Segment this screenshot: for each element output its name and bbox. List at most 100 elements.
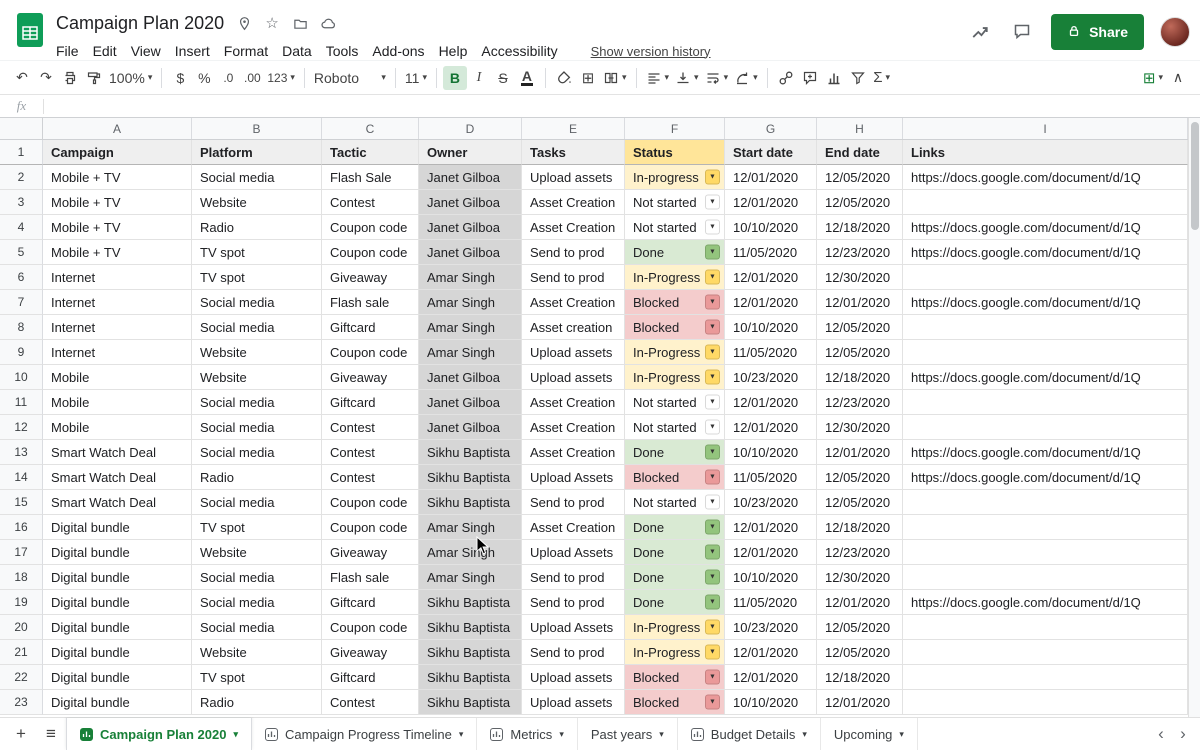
cell-D11[interactable]: Janet Gilboa xyxy=(419,390,522,415)
cell-G17[interactable]: 12/01/2020 xyxy=(725,540,817,565)
cell-A9[interactable]: Internet xyxy=(43,340,192,365)
cell-G8[interactable]: 10/10/2020 xyxy=(725,315,817,340)
add-sheet-button[interactable]: + xyxy=(6,718,36,750)
cell-B8[interactable]: Social media xyxy=(192,315,322,340)
cell-H20[interactable]: 12/05/2020 xyxy=(817,615,903,640)
cell-D19[interactable]: Sikhu Baptista xyxy=(419,590,522,615)
cell-B10[interactable]: Website xyxy=(192,365,322,390)
cell-I3[interactable] xyxy=(903,190,1188,215)
share-button[interactable]: Share xyxy=(1051,14,1144,50)
cell-F16[interactable]: Done▼ xyxy=(625,515,725,540)
cell-C23[interactable]: Contest xyxy=(322,690,419,715)
cloud-status-icon[interactable] xyxy=(320,15,336,31)
cell-H16[interactable]: 12/18/2020 xyxy=(817,515,903,540)
pin-icon[interactable] xyxy=(236,15,252,31)
cell-E14[interactable]: Upload Assets xyxy=(522,465,625,490)
cell-E16[interactable]: Asset Creation xyxy=(522,515,625,540)
cell-G18[interactable]: 10/10/2020 xyxy=(725,565,817,590)
cell-F5[interactable]: Done▼ xyxy=(625,240,725,265)
cell-A8[interactable]: Internet xyxy=(43,315,192,340)
cell-B5[interactable]: TV spot xyxy=(192,240,322,265)
cell-A3[interactable]: Mobile + TV xyxy=(43,190,192,215)
cell-G13[interactable]: 10/10/2020 xyxy=(725,440,817,465)
text-rotation-button[interactable]: ▾ xyxy=(731,66,761,90)
print-button[interactable] xyxy=(58,66,82,90)
cell-I13[interactable]: https://docs.google.com/document/d/1Q xyxy=(903,440,1188,465)
status-dropdown-button[interactable]: ▼ xyxy=(705,445,720,460)
status-dropdown-button[interactable]: ▼ xyxy=(705,420,720,435)
cell-F17[interactable]: Done▼ xyxy=(625,540,725,565)
cell-H5[interactable]: 12/23/2020 xyxy=(817,240,903,265)
cell-G22[interactable]: 12/01/2020 xyxy=(725,665,817,690)
cell-I5[interactable]: https://docs.google.com/document/d/1Q xyxy=(903,240,1188,265)
cell-B18[interactable]: Social media xyxy=(192,565,322,590)
status-dropdown-button[interactable]: ▼ xyxy=(705,170,720,185)
cell-C11[interactable]: Giftcard xyxy=(322,390,419,415)
cell-G16[interactable]: 12/01/2020 xyxy=(725,515,817,540)
cell-G9[interactable]: 11/05/2020 xyxy=(725,340,817,365)
scrollbar-thumb[interactable] xyxy=(1191,122,1199,230)
cell-H17[interactable]: 12/23/2020 xyxy=(817,540,903,565)
status-dropdown-button[interactable]: ▼ xyxy=(705,195,720,210)
cell-E22[interactable]: Upload assets xyxy=(522,665,625,690)
status-dropdown-button[interactable]: ▼ xyxy=(705,270,720,285)
cell-B1[interactable]: Platform xyxy=(192,140,322,165)
cell-I9[interactable] xyxy=(903,340,1188,365)
row-number-18[interactable]: 18 xyxy=(0,565,43,590)
cell-D6[interactable]: Amar Singh xyxy=(419,265,522,290)
cell-C16[interactable]: Coupon code xyxy=(322,515,419,540)
cell-B17[interactable]: Website xyxy=(192,540,322,565)
cell-G3[interactable]: 12/01/2020 xyxy=(725,190,817,215)
cell-A7[interactable]: Internet xyxy=(43,290,192,315)
cell-B22[interactable]: TV spot xyxy=(192,665,322,690)
decrease-decimals-button[interactable]: .0 xyxy=(216,66,240,90)
column-header-D[interactable]: D xyxy=(419,118,522,139)
cell-C7[interactable]: Flash sale xyxy=(322,290,419,315)
cell-B9[interactable]: Website xyxy=(192,340,322,365)
row-number-23[interactable]: 23 xyxy=(0,690,43,715)
format-currency-button[interactable]: $ xyxy=(168,66,192,90)
cell-C13[interactable]: Contest xyxy=(322,440,419,465)
cell-H12[interactable]: 12/30/2020 xyxy=(817,415,903,440)
cell-I6[interactable] xyxy=(903,265,1188,290)
column-header-H[interactable]: H xyxy=(817,118,903,139)
row-number-11[interactable]: 11 xyxy=(0,390,43,415)
collapse-toolbar-button[interactable]: ∧ xyxy=(1166,66,1190,90)
cell-E3[interactable]: Asset Creation xyxy=(522,190,625,215)
cell-E8[interactable]: Asset creation xyxy=(522,315,625,340)
cell-A6[interactable]: Internet xyxy=(43,265,192,290)
status-dropdown-button[interactable]: ▼ xyxy=(705,620,720,635)
cell-B13[interactable]: Social media xyxy=(192,440,322,465)
sheet-tab-metrics[interactable]: Metrics▾ xyxy=(477,718,577,750)
status-dropdown-button[interactable]: ▼ xyxy=(705,570,720,585)
cell-H18[interactable]: 12/30/2020 xyxy=(817,565,903,590)
cell-H8[interactable]: 12/05/2020 xyxy=(817,315,903,340)
status-dropdown-button[interactable]: ▼ xyxy=(705,545,720,560)
column-header-G[interactable]: G xyxy=(725,118,817,139)
column-header-B[interactable]: B xyxy=(192,118,322,139)
row-number-17[interactable]: 17 xyxy=(0,540,43,565)
menu-insert[interactable]: Insert xyxy=(168,40,217,62)
cell-H3[interactable]: 12/05/2020 xyxy=(817,190,903,215)
cell-C3[interactable]: Contest xyxy=(322,190,419,215)
italic-button[interactable]: I xyxy=(467,66,491,90)
star-icon[interactable]: ☆ xyxy=(264,15,280,31)
insert-link-button[interactable] xyxy=(774,66,798,90)
text-wrap-button[interactable]: ▾ xyxy=(702,66,732,90)
cell-C4[interactable]: Coupon code xyxy=(322,215,419,240)
cell-F2[interactable]: In-progress▼ xyxy=(625,165,725,190)
status-dropdown-button[interactable]: ▼ xyxy=(705,245,720,260)
cell-B11[interactable]: Social media xyxy=(192,390,322,415)
cell-E11[interactable]: Asset Creation xyxy=(522,390,625,415)
cell-G15[interactable]: 10/23/2020 xyxy=(725,490,817,515)
row-number-7[interactable]: 7 xyxy=(0,290,43,315)
cell-A21[interactable]: Digital bundle xyxy=(43,640,192,665)
cell-F6[interactable]: In-Progress▼ xyxy=(625,265,725,290)
cell-A14[interactable]: Smart Watch Deal xyxy=(43,465,192,490)
cell-D16[interactable]: Amar Singh xyxy=(419,515,522,540)
row-number-13[interactable]: 13 xyxy=(0,440,43,465)
merge-cells-button[interactable]: ▾ xyxy=(600,66,630,90)
cell-F20[interactable]: In-Progress▼ xyxy=(625,615,725,640)
cell-A4[interactable]: Mobile + TV xyxy=(43,215,192,240)
cell-D12[interactable]: Janet Gilboa xyxy=(419,415,522,440)
